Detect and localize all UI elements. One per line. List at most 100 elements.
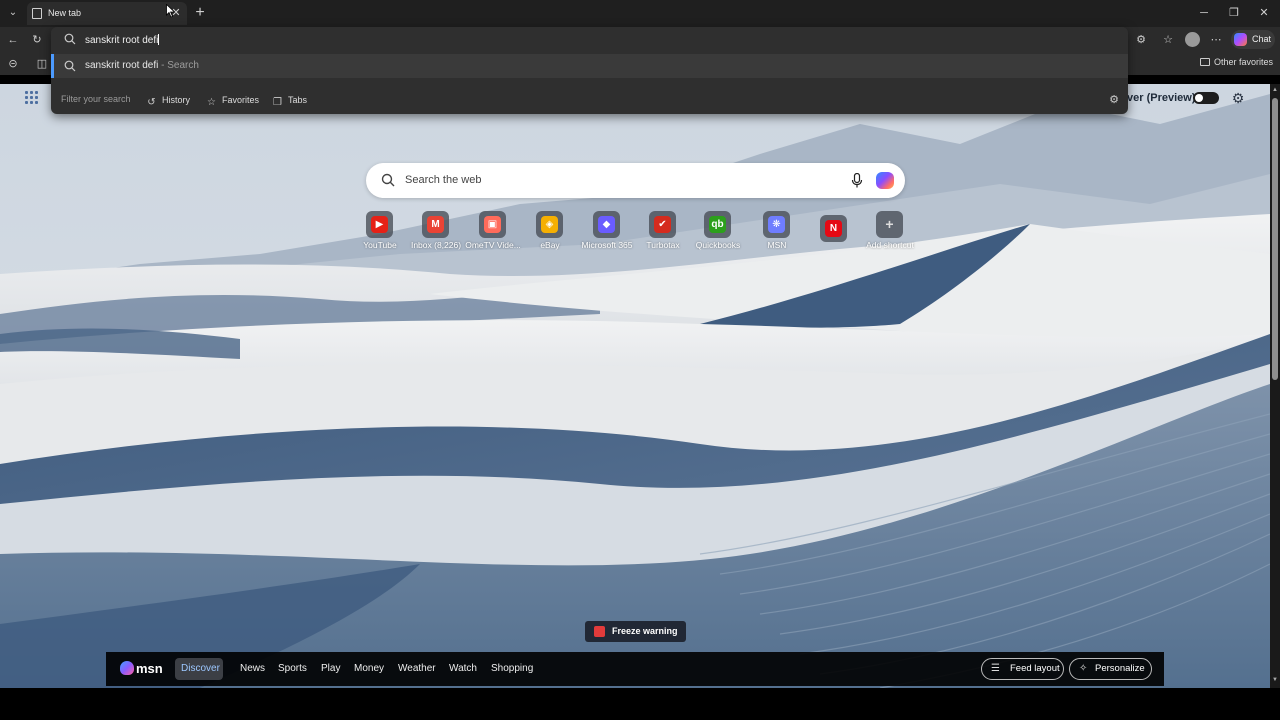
msn-feed-bar: msn Discover News Sports Play Money Weat… — [106, 652, 1164, 686]
nav-discover[interactable]: Discover — [175, 658, 223, 680]
feed-layout-button[interactable]: ☰ Feed layout — [981, 658, 1064, 680]
favorites-icon[interactable]: ☆ — [1160, 32, 1176, 48]
page-settings-icon[interactable]: ⚙ — [1230, 90, 1246, 106]
filter-favorites[interactable]: ☆ Favorites — [206, 92, 259, 108]
shortcut-tile[interactable]: ✔ Turbotax — [635, 211, 691, 251]
gmail-icon: M — [427, 216, 444, 233]
m365-icon: ◆ — [598, 216, 615, 233]
msn-logo[interactable]: msn — [120, 660, 164, 678]
scrollbar-thumb[interactable] — [1272, 98, 1278, 380]
msn-butterfly-icon — [120, 661, 134, 675]
nav-sports[interactable]: Sports — [278, 663, 307, 674]
folder-icon — [1200, 58, 1210, 66]
extensions-icon[interactable]: ⚙ — [1133, 32, 1149, 48]
favorites-folder-icon[interactable]: ◫ — [34, 56, 50, 72]
scroll-up-arrow[interactable]: ▲ — [1271, 86, 1279, 94]
shortcut-tile[interactable]: qb Quickbooks — [690, 211, 746, 251]
filter-tabs[interactable]: ❐ Tabs — [272, 92, 307, 108]
shortcut-tile-background: + — [876, 211, 903, 238]
other-favorites[interactable]: Other favorites — [1200, 57, 1273, 67]
nav-discover-label: Discover — [181, 663, 220, 674]
refresh-button[interactable]: ↻ — [29, 32, 45, 48]
back-button[interactable]: ← — [5, 32, 21, 48]
shortcut-tile-background: ✔ — [649, 211, 676, 238]
filter-search-input[interactable]: Filter your search — [61, 94, 131, 104]
shortcut-tile-background: ◆ — [593, 211, 620, 238]
thermometer-icon — [594, 626, 605, 637]
nav-shopping[interactable]: Shopping — [491, 663, 533, 674]
search-suggestion[interactable]: sanskrit root defi - Search — [51, 54, 1128, 78]
chat-label: Chat — [1252, 34, 1272, 44]
restore-button[interactable]: ❐ — [1224, 5, 1244, 21]
turbotax-icon: ✔ — [654, 216, 671, 233]
shortcut-tile-background: ❋ — [763, 211, 790, 238]
filter-tabs-label: Tabs — [288, 95, 308, 105]
shortcut-label: Quickbooks — [695, 240, 741, 250]
nav-weather[interactable]: Weather — [398, 663, 436, 674]
shortcut-tile[interactable]: ◈ eBay — [522, 211, 578, 251]
tab-new-tab[interactable]: New tab ✕ — [27, 2, 187, 25]
personalize-icon: ✧ — [1079, 663, 1088, 674]
shortcut-tile[interactable]: ▶ YouTube — [352, 211, 408, 251]
shortcut-tile[interactable]: ❋ MSN — [749, 211, 805, 251]
weather-alert-badge[interactable]: Freeze warning — [585, 621, 686, 642]
filter-history-label: History — [162, 95, 191, 105]
address-bar-input[interactable]: sanskrit root defi — [51, 27, 1128, 53]
freeze-warning-text: Freeze warning — [612, 626, 678, 636]
new-tab-button[interactable]: + — [192, 4, 208, 22]
query-text: sanskrit root defi — [85, 35, 159, 46]
search-settings-icon[interactable]: ⚙ — [1107, 93, 1121, 107]
shortcut-tile[interactable]: M Inbox (8,226) — [408, 211, 464, 251]
copilot-icon — [1234, 33, 1247, 46]
filter-history[interactable]: ↺ History — [146, 92, 190, 108]
suggestion-label: sanskrit root defi - Search — [85, 60, 199, 71]
personalize-button[interactable]: ✧ Personalize — [1069, 658, 1152, 680]
shortcut-tile[interactable]: + Add shortcut — [862, 211, 918, 251]
tabs-icon: ❐ — [273, 97, 282, 108]
plus-icon: + — [885, 216, 894, 232]
sliders-icon: ☰ — [991, 663, 1000, 674]
more-options-icon[interactable]: ⋯ — [1208, 32, 1224, 48]
apps-grid-icon[interactable] — [25, 91, 39, 105]
nav-play[interactable]: Play — [321, 663, 340, 674]
search-icon — [64, 33, 76, 45]
text-caret — [158, 34, 160, 45]
discover-toggle[interactable] — [1193, 92, 1219, 104]
microphone-icon[interactable] — [851, 173, 863, 188]
shortcut-label: Add shortcut — [866, 240, 914, 250]
ebay-icon: ◈ — [541, 216, 558, 233]
search-icon — [381, 173, 395, 187]
tab-title: New tab — [48, 8, 82, 18]
shortcut-tile-background: qb — [704, 211, 731, 238]
nav-money[interactable]: Money — [354, 663, 384, 674]
shortcut-tile-background: ◈ — [536, 211, 563, 238]
favorites-bar-icon[interactable]: ⊝ — [5, 56, 21, 72]
web-search-box[interactable]: Search the web — [366, 163, 905, 198]
shortcut-tile[interactable]: ◆ Microsoft 365 — [579, 211, 635, 251]
mouse-cursor-icon — [166, 4, 176, 18]
address-bar-text[interactable]: sanskrit root defi — [85, 34, 160, 46]
search-icon — [64, 60, 76, 72]
minimize-button[interactable]: ─ — [1194, 5, 1214, 21]
scroll-down-arrow[interactable]: ▼ — [1271, 676, 1279, 684]
profile-avatar[interactable] — [1185, 32, 1200, 47]
close-window-button[interactable]: ✕ — [1254, 5, 1274, 21]
copilot-chat-button[interactable]: Chat — [1231, 30, 1275, 49]
shortcut-tile-background: M — [422, 211, 449, 238]
address-bar-dropdown: sanskrit root defi sanskrit root defi - … — [51, 27, 1128, 114]
filter-favorites-label: Favorites — [222, 95, 260, 105]
shortcut-tile[interactable]: N — [806, 211, 862, 251]
toggle-knob — [1195, 94, 1203, 102]
shortcut-tile[interactable]: ▣ OmeTV Vide... — [465, 211, 521, 251]
msn-icon: ❋ — [768, 216, 785, 233]
other-favorites-label: Other favorites — [1214, 57, 1274, 67]
copilot-search-icon[interactable] — [876, 172, 894, 189]
search-placeholder: Search the web — [405, 174, 482, 186]
page-scrollbar[interactable]: ▲ ▼ — [1270, 84, 1280, 688]
tab-actions-menu-button[interactable]: ⌄ — [4, 4, 22, 22]
nav-news[interactable]: News — [240, 663, 265, 674]
search-filter-row: Filter your search ↺ History ☆ Favorites ❐… — [51, 86, 1128, 114]
msn-logo-text: msn — [136, 661, 163, 676]
shortcut-tile-background: ▣ — [479, 211, 506, 238]
nav-watch[interactable]: Watch — [449, 663, 477, 674]
